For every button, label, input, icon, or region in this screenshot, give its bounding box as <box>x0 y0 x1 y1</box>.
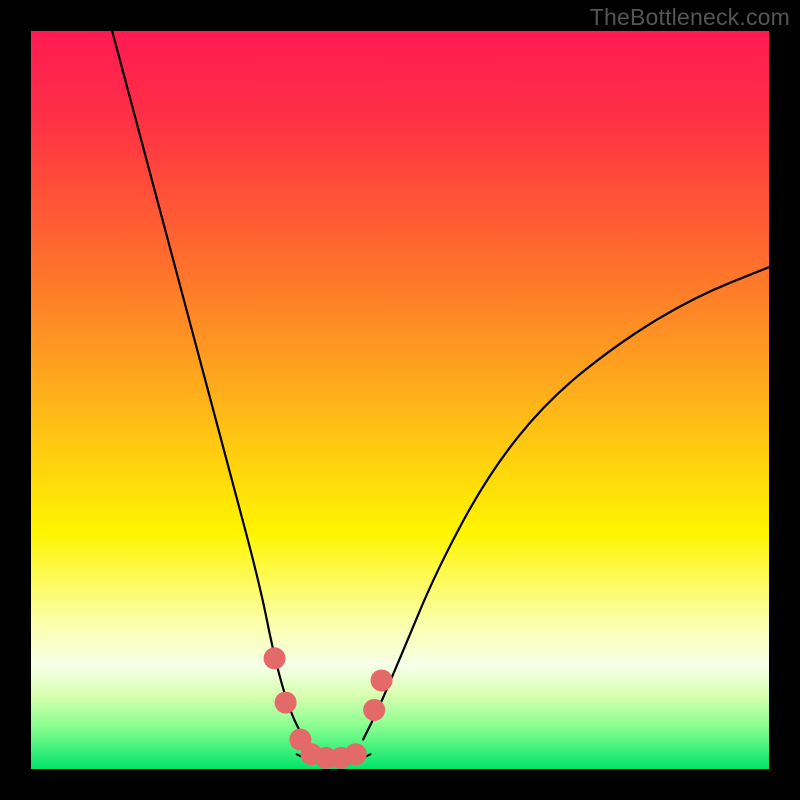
marker-dot <box>345 743 367 765</box>
chart-svg <box>31 31 769 769</box>
marker-dot <box>363 699 385 721</box>
marker-dot <box>275 692 297 714</box>
plot-area <box>31 31 769 769</box>
marker-dot <box>264 647 286 669</box>
marker-dot <box>371 669 393 691</box>
watermark-text: TheBottleneck.com <box>590 4 790 31</box>
outer-frame: TheBottleneck.com <box>0 0 800 800</box>
